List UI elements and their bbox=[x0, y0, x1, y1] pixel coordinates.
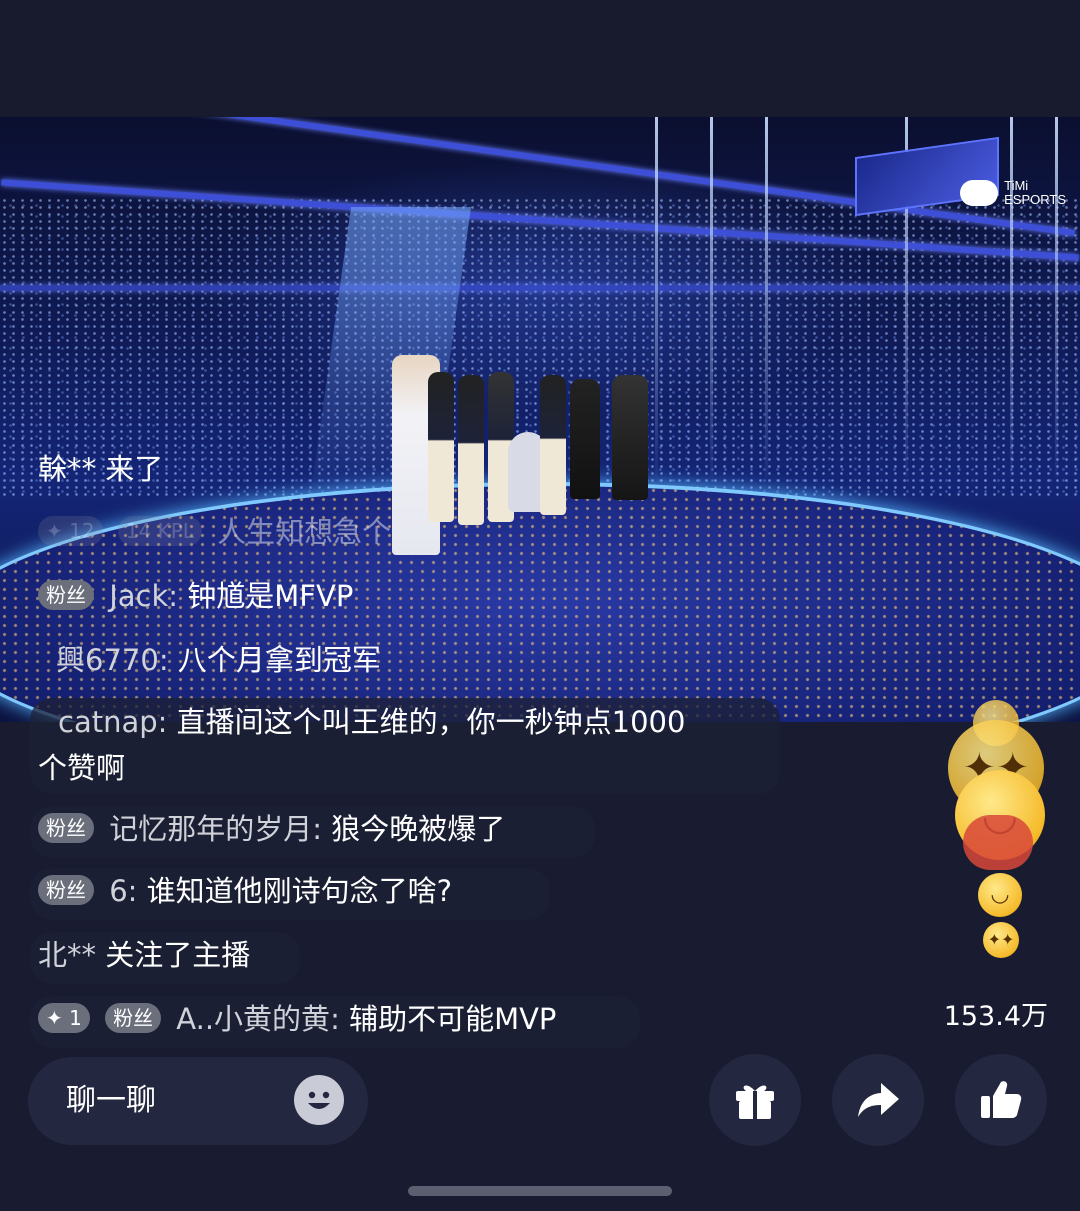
level-badge: ✦ 1 bbox=[38, 1003, 90, 1033]
like-count: 153.4万 bbox=[943, 1001, 1048, 1032]
light-beam bbox=[655, 117, 658, 477]
like-button[interactable] bbox=[955, 1054, 1047, 1146]
logo-brand: TiMi bbox=[1004, 178, 1029, 193]
chat-username[interactable]: A..小黄的黄 bbox=[176, 1002, 330, 1036]
broadcaster-logo: TiMi ESPORTS bbox=[960, 179, 1066, 207]
player-figure bbox=[458, 375, 484, 525]
heart-icon bbox=[963, 815, 1033, 870]
stadium-ring bbox=[0, 285, 1080, 291]
chat-message-bubble bbox=[30, 868, 550, 920]
stage-floor bbox=[0, 482, 1080, 722]
chat-username[interactable]: 记忆那年的岁月 bbox=[109, 812, 312, 846]
logo-sub: ESPORTS bbox=[1004, 192, 1066, 207]
chat-placeholder: 聊一聊 bbox=[66, 1083, 156, 1118]
gift-icon bbox=[736, 1085, 774, 1119]
light-beam bbox=[1010, 117, 1013, 477]
chat-username[interactable]: 6 bbox=[109, 874, 127, 908]
light-beam bbox=[1055, 117, 1058, 477]
home-indicator[interactable] bbox=[408, 1186, 672, 1196]
light-beam bbox=[710, 117, 713, 477]
chat-username[interactable]: 北** bbox=[38, 938, 96, 972]
chat-message-bubble bbox=[30, 806, 595, 858]
smile-emoji-icon: ◡ bbox=[978, 873, 1022, 917]
share-icon bbox=[858, 1083, 899, 1117]
share-button[interactable] bbox=[832, 1054, 924, 1146]
thumbs-up-icon bbox=[981, 1081, 1022, 1118]
chat-input[interactable]: 聊一聊 bbox=[28, 1057, 368, 1145]
chat-message: 粉丝 6: 谁知道他刚诗句念了啥? bbox=[38, 871, 452, 911]
fan-badge: 粉丝 bbox=[38, 813, 94, 843]
player-figure bbox=[428, 372, 454, 522]
smiley-icon bbox=[295, 1076, 343, 1124]
chat-message-bubble bbox=[30, 996, 640, 1048]
chat-message-continued: 个赞啊 bbox=[38, 751, 126, 785]
chat-message: ✦ 1 粉丝 A..小黄的黄: 辅助不可能MVP bbox=[38, 999, 556, 1039]
chat-message-bubble bbox=[30, 932, 300, 984]
status-area bbox=[0, 0, 1080, 117]
chat-message: 粉丝 记忆那年的岁月: 狼今晚被爆了 bbox=[38, 809, 505, 849]
live-video[interactable]: TiMi ESPORTS bbox=[0, 117, 1080, 722]
chat-text: 辅助不可能MVP bbox=[349, 1002, 557, 1036]
emoji-button[interactable] bbox=[294, 1075, 344, 1125]
follow-notice: 北** 关注了主播 bbox=[38, 938, 251, 972]
player-figure bbox=[540, 375, 566, 515]
chat-text: 狼今晚被爆了 bbox=[331, 812, 506, 846]
gift-button[interactable] bbox=[709, 1054, 801, 1146]
light-beam bbox=[765, 117, 768, 477]
coach-figure bbox=[570, 379, 600, 499]
fan-badge: 粉丝 bbox=[38, 875, 94, 905]
fan-badge: 粉丝 bbox=[105, 1003, 162, 1033]
timi-cloud-icon bbox=[960, 180, 999, 206]
chat-text: 谁知道他刚诗句念了啥? bbox=[146, 874, 453, 908]
presenter-figure bbox=[612, 375, 648, 500]
star-eyes-emoji-icon: ✦✦ bbox=[983, 922, 1019, 958]
